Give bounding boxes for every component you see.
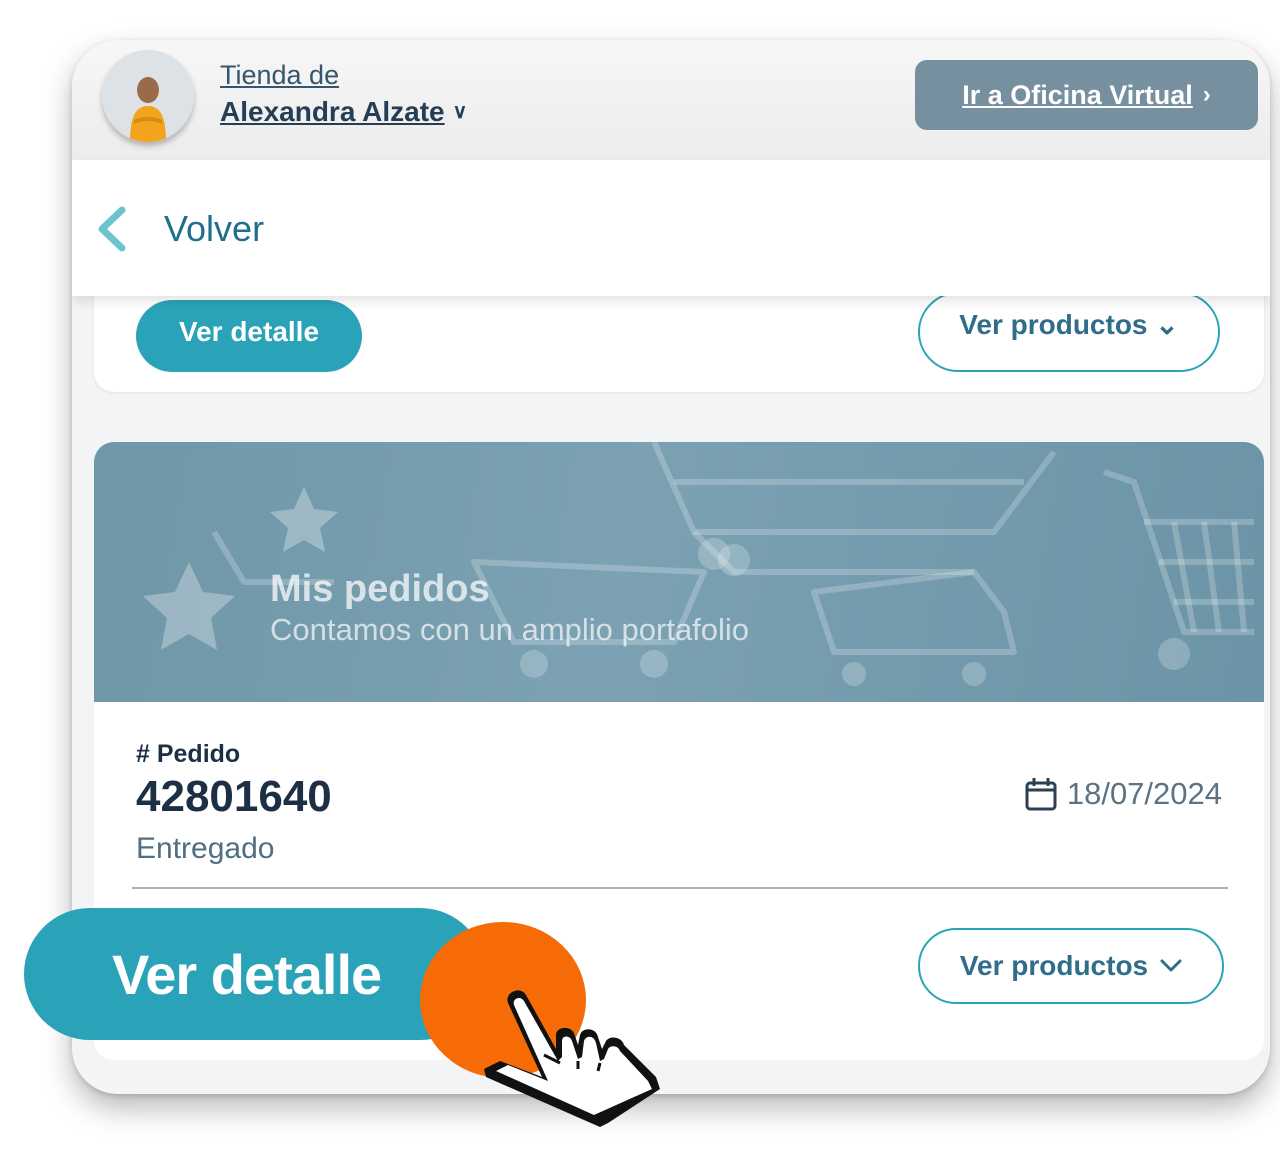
back-chevron-icon[interactable] <box>92 204 132 254</box>
view-products-label: Ver productos <box>959 950 1149 981</box>
avatar-photo <box>102 50 194 142</box>
back-bar: Volver <box>72 160 1270 296</box>
order-date-value: 18/07/2024 <box>1066 776 1222 811</box>
store-prefix-label[interactable]: Tienda de <box>220 60 339 91</box>
store-owner-name: Alexandra Alzate <box>220 96 445 127</box>
order-number: 42801640 <box>136 772 332 821</box>
top-header: Tienda de Alexandra Alzate ∨ Ir a Oficina… <box>72 40 1270 160</box>
orders-banner: Mis pedidos Contamos con un amplio porta… <box>94 442 1264 702</box>
chevron-down-icon <box>1160 959 1182 972</box>
store-owner-selector[interactable]: Alexandra Alzate ∨ <box>220 96 467 128</box>
hand-pointer-icon <box>484 990 660 1127</box>
chevron-right-icon: › <box>1202 81 1211 108</box>
banner-subtitle: Contamos con un amplio portafolio <box>270 612 750 647</box>
order-status: Entregado <box>136 832 275 865</box>
virtual-office-label: Ir a Oficina Virtual <box>962 79 1193 110</box>
calendar-icon <box>1025 778 1057 811</box>
store-avatar[interactable] <box>102 50 194 142</box>
divider <box>132 887 1228 889</box>
banner-title: Mis pedidos <box>270 568 490 610</box>
back-link[interactable]: Volver <box>164 208 264 250</box>
view-products-button[interactable]: Ver productos <box>918 928 1224 1004</box>
previous-products-button[interactable]: Ver productos ⌄ <box>918 292 1220 372</box>
chevron-down-icon: ∨ <box>452 101 468 123</box>
view-detail-button[interactable]: Ver detalle <box>24 908 486 1040</box>
order-date: 18/07/2024 <box>1025 776 1222 812</box>
previous-detail-button[interactable]: Ver detalle <box>136 300 362 372</box>
order-number-label: # Pedido <box>136 740 241 768</box>
virtual-office-button[interactable]: Ir a Oficina Virtual › <box>915 60 1258 130</box>
